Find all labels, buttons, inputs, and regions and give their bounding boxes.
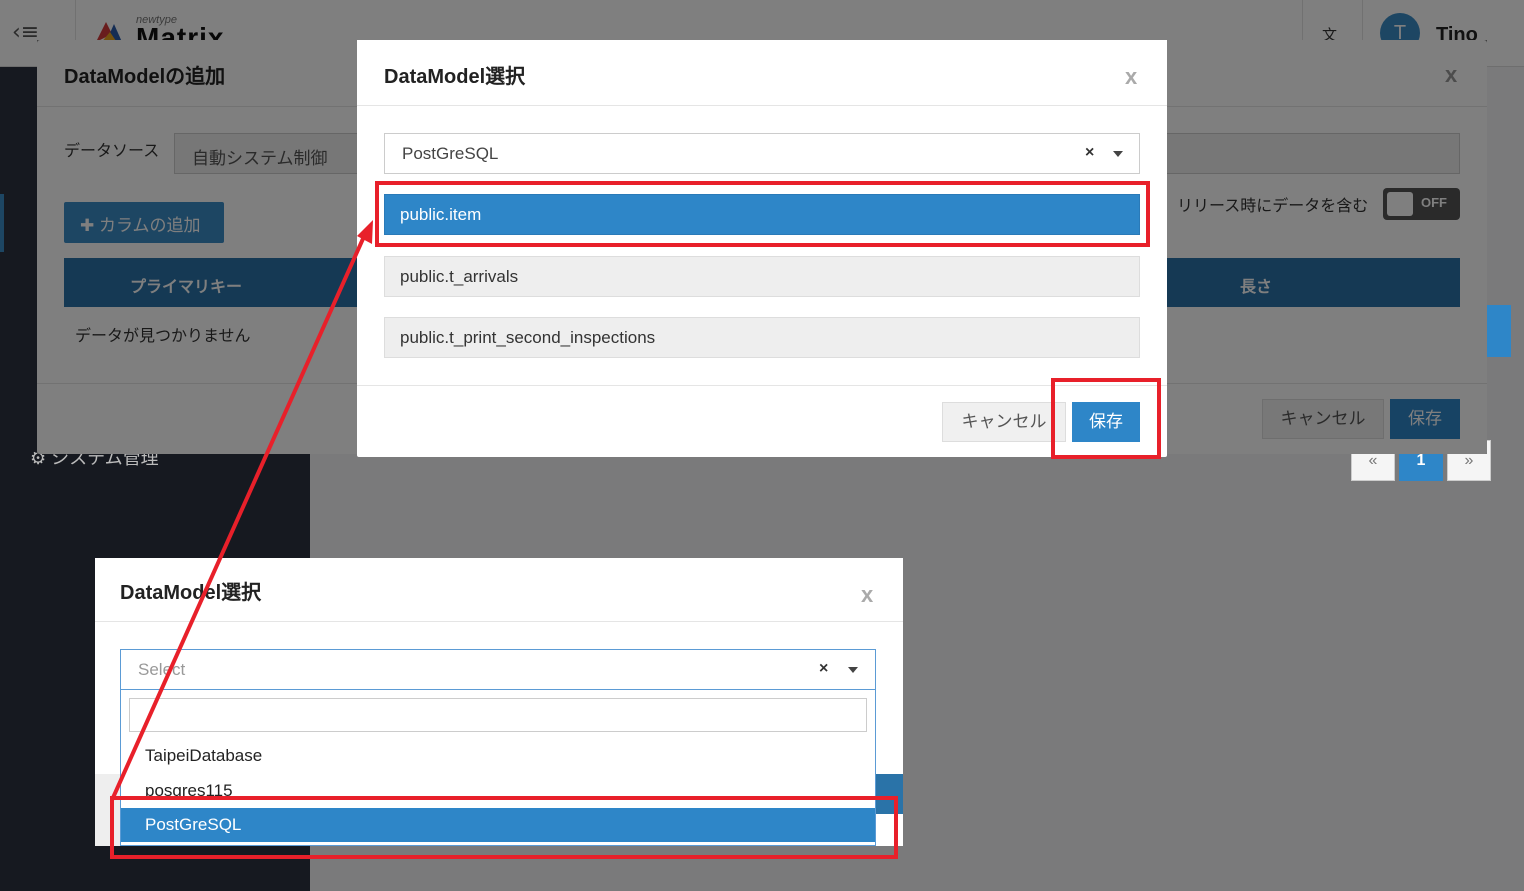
annotation-arrow (110, 220, 373, 801)
